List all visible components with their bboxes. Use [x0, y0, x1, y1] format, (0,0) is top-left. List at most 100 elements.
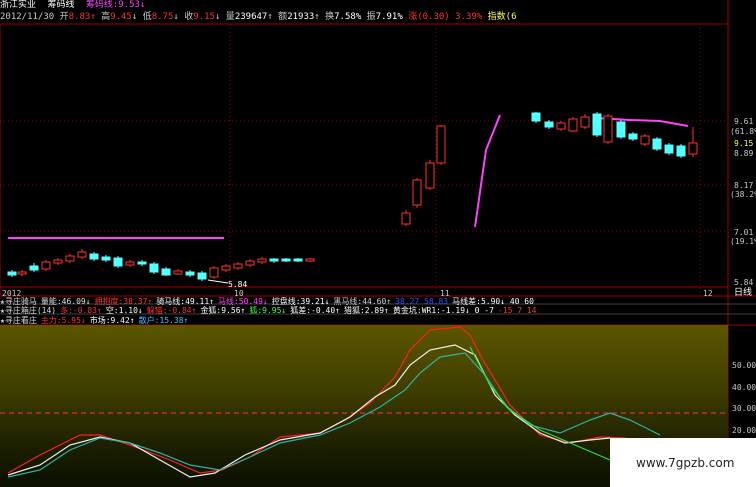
- candle: [41, 260, 51, 271]
- candle: [257, 257, 267, 264]
- date-label: 2012/11/30: [0, 12, 55, 22]
- candle: [221, 264, 231, 272]
- price-tick: (61.8%): [730, 127, 756, 136]
- watermark-box: www.7gpzb.com: [610, 438, 756, 487]
- amount-value: 21933: [287, 12, 315, 22]
- header-bar: 浙江实业 筹码线 筹码线:9.53↓ 2012/11/30 开8.83↑ 高9.…: [0, 0, 517, 24]
- indicator-value: 9.53: [118, 0, 140, 10]
- candle: [65, 254, 75, 263]
- candle: [580, 114, 590, 129]
- candle: [556, 121, 566, 131]
- indicator-value: 狐:9.95↓: [249, 306, 287, 315]
- candle: [269, 258, 279, 263]
- candle: [17, 270, 27, 276]
- period-selector[interactable]: 日线: [734, 288, 752, 299]
- candle: [412, 178, 422, 208]
- candle: [185, 270, 195, 277]
- candle: [149, 262, 159, 274]
- candle: [628, 132, 638, 141]
- indicator-tick: 50.00: [732, 361, 756, 370]
- watermark-text: www.7gpzb.com: [636, 456, 735, 470]
- candle: [544, 120, 554, 129]
- indicator-title[interactable]: ★寻庄看庄: [0, 316, 37, 325]
- low-value: 8.75: [151, 12, 174, 22]
- candle: [89, 252, 99, 261]
- candle: [125, 260, 135, 267]
- up-arrow-icon: ↑: [90, 12, 96, 22]
- down-arrow-icon: ↓: [131, 12, 138, 22]
- volume-value: 239647: [234, 12, 268, 22]
- amount-label: 额: [278, 12, 288, 22]
- price-tick: 8.89: [734, 149, 754, 158]
- chip-line: [8, 114, 689, 239]
- candle: [305, 258, 315, 262]
- candle: [7, 270, 17, 277]
- index-label[interactable]: 指数(6: [488, 12, 517, 22]
- candle: [293, 258, 303, 262]
- candle: [401, 210, 411, 226]
- low-pointer: [207, 279, 229, 284]
- indicator-value: 多:-0.83↑: [60, 306, 102, 315]
- volume-label: 量: [225, 12, 235, 22]
- candle: [233, 262, 243, 270]
- candle: [676, 144, 686, 158]
- candle: [29, 263, 39, 272]
- high-value: 9.45: [110, 12, 132, 22]
- indicator-value: 躲猫:-0.84↑: [146, 306, 197, 315]
- date-label-month: 12: [703, 289, 713, 298]
- candle: [664, 143, 674, 155]
- candle: [688, 127, 698, 157]
- indicator-name: 筹码线: [47, 0, 75, 10]
- candle: [197, 271, 207, 281]
- price-tick: (38.2%): [730, 190, 756, 199]
- indicator-value: 黄金坑:WR1:-1.19↓ 0 -7: [392, 306, 494, 315]
- change-label: 涨: [408, 12, 418, 22]
- down-arrow-icon: ↓: [139, 0, 146, 10]
- indicator-value: 猎狐:2.89↑: [343, 306, 389, 315]
- indicator-value: 空:1.10↓: [105, 306, 143, 315]
- change-value: (0.30): [417, 12, 450, 22]
- indicator-value: -15 7 14: [497, 306, 537, 315]
- candle: [652, 137, 662, 151]
- candle: [592, 112, 602, 137]
- candlesticks: [7, 112, 698, 281]
- candle: [137, 260, 147, 266]
- down-arrow-icon: ↓: [214, 12, 221, 22]
- price-tick: (19.1%): [730, 237, 756, 246]
- candle: [113, 256, 123, 268]
- close-label: 收: [184, 12, 194, 22]
- down-arrow-icon: ↓: [173, 12, 179, 22]
- candle: [209, 266, 219, 279]
- indicator-title: 筹码线:: [85, 0, 119, 10]
- indicator-tick: 40.00: [732, 383, 756, 392]
- open-value: 8.83: [68, 12, 91, 22]
- amplitude-value: 7.91%: [375, 12, 403, 22]
- indicator-tick: 20.00: [732, 426, 756, 435]
- price-tick: 5.84: [734, 278, 754, 287]
- indicator-value: 散户:15.38↑: [138, 316, 189, 325]
- candle: [425, 160, 435, 190]
- turnover-value: 7.58%: [334, 12, 362, 22]
- candle: [616, 120, 626, 139]
- candle: [161, 267, 171, 276]
- up-arrow-icon: ↑: [267, 12, 273, 22]
- candle: [568, 117, 578, 132]
- amplitude-label: 振: [366, 12, 376, 22]
- turnover-label: 换: [325, 12, 335, 22]
- high-label: 高: [101, 12, 111, 22]
- change-pct: 3.39%: [455, 12, 483, 22]
- close-value: 9.15: [193, 12, 215, 22]
- stock-name[interactable]: 浙江实业: [0, 0, 36, 10]
- candle: [173, 269, 183, 275]
- candle: [531, 112, 541, 123]
- low-label: 低: [142, 12, 152, 22]
- open-label: 开: [59, 12, 69, 22]
- candle: [603, 114, 613, 144]
- candle: [281, 258, 291, 262]
- candle: [245, 259, 255, 267]
- candle: [640, 134, 650, 146]
- indicator-title[interactable]: ★寻庄箱庄(14): [0, 306, 56, 315]
- indicator-value: 金狐:9.56↑: [200, 306, 246, 315]
- indicator-value: 狐差:-0.40↑: [290, 306, 340, 315]
- up-arrow-icon: ↑: [314, 12, 320, 22]
